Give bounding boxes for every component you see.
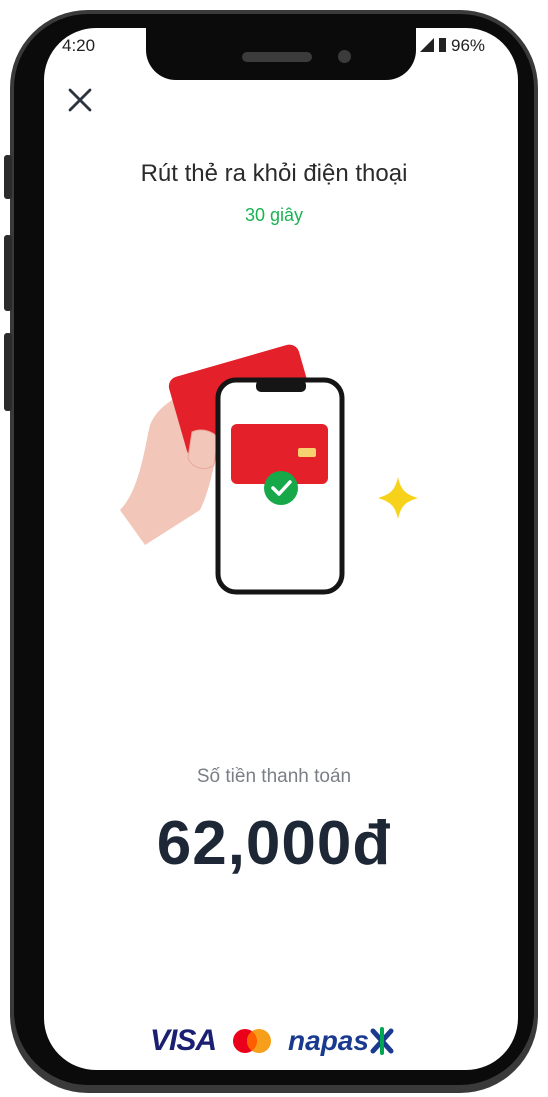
visa-logo: VISA xyxy=(150,1024,217,1057)
phone-volume-up-button xyxy=(4,235,12,311)
status-time: 4:20 xyxy=(62,36,96,55)
speaker-grille xyxy=(242,52,312,62)
front-camera xyxy=(338,50,351,63)
tap-card-illustration xyxy=(100,340,430,610)
amount-label: Số tiền thanh toán xyxy=(196,766,352,787)
signal-icon xyxy=(420,38,434,52)
payment-amount: 62,000đ xyxy=(156,809,392,878)
mastercard-icon xyxy=(232,1028,272,1054)
page-title: Rút thẻ ra khỏi điện thoại xyxy=(140,160,408,187)
close-icon xyxy=(68,88,92,112)
phone-notch xyxy=(146,14,416,80)
battery-icon xyxy=(439,38,446,52)
payment-brands: VISA napas xyxy=(150,1024,395,1058)
close-button[interactable] xyxy=(64,84,96,116)
battery-percent: 96% xyxy=(451,36,486,55)
countdown-timer: 30 giây xyxy=(244,205,304,225)
napas-wordmark: napas xyxy=(288,1025,369,1056)
phone-volume-down-button xyxy=(4,333,12,411)
status-indicators: 96% xyxy=(420,36,485,56)
napas-star-icon xyxy=(370,1027,394,1055)
napas-logo: napas xyxy=(288,1025,395,1057)
